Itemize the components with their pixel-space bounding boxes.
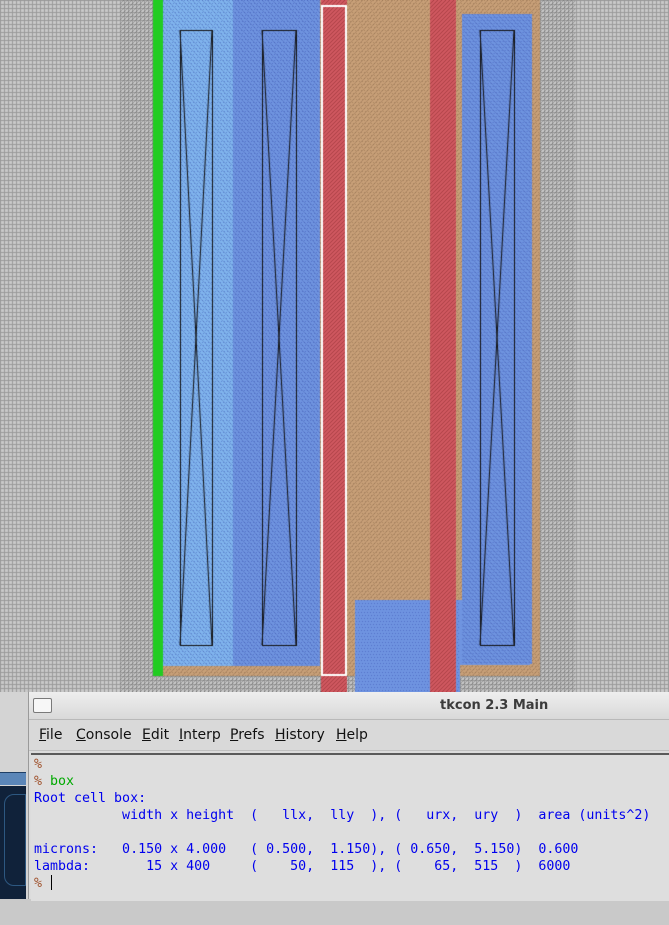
- console-command-line: % box: [34, 773, 74, 790]
- menu-edit-label: dit: [150, 727, 170, 743]
- output-line: lambda: 15 x 400 ( 50, 115 ), ( 65, 515 …: [34, 859, 571, 874]
- menu-history-mnemonic: H: [275, 727, 286, 743]
- entered-command: box: [50, 774, 75, 789]
- menu-help-label: elp: [346, 727, 368, 743]
- menu-history-label: istory: [285, 727, 325, 743]
- menu-file[interactable]: File: [39, 727, 62, 743]
- menu-edit[interactable]: Edit: [142, 727, 169, 743]
- console-prompt-line: %: [34, 756, 42, 773]
- menu-console-label: onsole: [85, 727, 132, 743]
- menu-console[interactable]: Console: [76, 727, 132, 743]
- console-input-line[interactable]: %: [34, 875, 53, 892]
- layout-view-canvas[interactable]: [0, 0, 669, 692]
- title-bar[interactable]: tkcon 2.3 Main: [29, 692, 669, 720]
- menu-bar: File Console Edit Interp Prefs History H…: [29, 720, 669, 751]
- menu-prefs[interactable]: Prefs: [230, 727, 265, 743]
- text-cursor: [51, 875, 53, 890]
- prompt-symbol: %: [34, 757, 43, 772]
- menu-help-mnemonic: H: [336, 727, 347, 743]
- menu-file-label: ile: [46, 727, 63, 743]
- menu-edit-mnemonic: E: [142, 727, 151, 743]
- window-title: tkcon 2.3 Main: [440, 698, 549, 713]
- output-line: width x height ( llx, lly ), ( urx, ury …: [34, 808, 651, 823]
- menu-help[interactable]: Help: [336, 727, 368, 743]
- prompt-symbol: %: [34, 876, 43, 891]
- prompt-symbol: %: [34, 774, 43, 789]
- menu-interp-label: nterp: [183, 727, 221, 743]
- menu-prefs-mnemonic: P: [230, 727, 239, 743]
- background-window-strip: [0, 772, 26, 785]
- background-desktop-edge: [0, 692, 28, 899]
- console-text-area[interactable]: % % box Root cell box: width x height ( …: [31, 753, 669, 901]
- menu-console-mnemonic: C: [76, 727, 86, 743]
- tkcon-window: tkcon 2.3 Main File Console Edit Interp …: [28, 692, 669, 901]
- window-menu-icon[interactable]: [33, 698, 52, 713]
- menu-file-mnemonic: F: [39, 727, 47, 743]
- menu-history[interactable]: History: [275, 727, 325, 743]
- menu-prefs-label: refs: [238, 727, 265, 743]
- output-line: microns: 0.150 x 4.000 ( 0.500, 1.150), …: [34, 842, 579, 857]
- menu-interp[interactable]: Interp: [179, 727, 221, 743]
- background-desktop-image: [0, 786, 26, 899]
- output-line: Root cell box:: [34, 791, 147, 806]
